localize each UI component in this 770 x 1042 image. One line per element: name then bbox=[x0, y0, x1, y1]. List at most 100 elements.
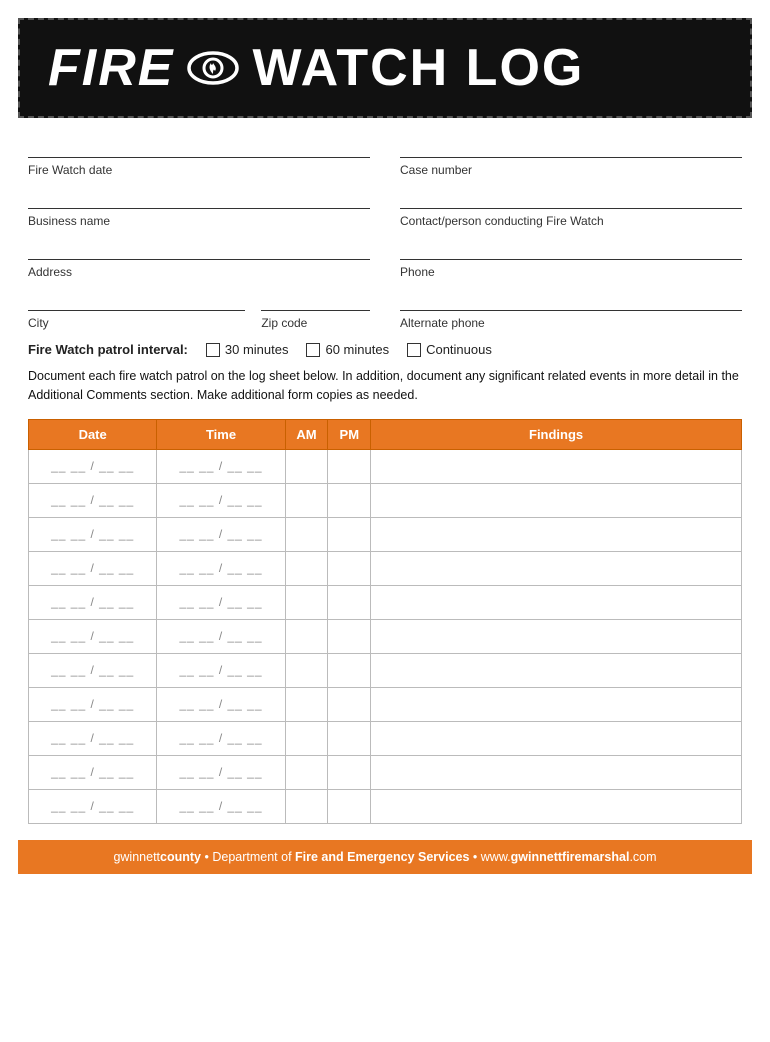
col-header-date: Date bbox=[29, 419, 157, 449]
contact-field: Contact/person conducting Fire Watch bbox=[400, 187, 742, 228]
cell-findings[interactable] bbox=[371, 721, 742, 755]
fire-watch-date-input[interactable] bbox=[28, 136, 370, 158]
col-header-time: Time bbox=[157, 419, 285, 449]
cell-date[interactable]: __ __ / __ __ bbox=[29, 619, 157, 653]
table-row: __ __ / __ __ __ __ / __ __ bbox=[29, 721, 742, 755]
cell-findings[interactable] bbox=[371, 585, 742, 619]
cell-am[interactable] bbox=[285, 483, 328, 517]
zip-input[interactable] bbox=[261, 289, 370, 311]
col-header-am: AM bbox=[285, 419, 328, 449]
patrol-30min-checkbox[interactable] bbox=[206, 343, 220, 357]
cell-am[interactable] bbox=[285, 517, 328, 551]
table-row: __ __ / __ __ __ __ / __ __ bbox=[29, 551, 742, 585]
cell-pm[interactable] bbox=[328, 619, 371, 653]
cell-pm[interactable] bbox=[328, 653, 371, 687]
table-row: __ __ / __ __ __ __ / __ __ bbox=[29, 585, 742, 619]
patrol-continuous-checkbox[interactable] bbox=[407, 343, 421, 357]
cell-time[interactable]: __ __ / __ __ bbox=[157, 721, 285, 755]
cell-date[interactable]: __ __ / __ __ bbox=[29, 483, 157, 517]
cell-date[interactable]: __ __ / __ __ bbox=[29, 449, 157, 483]
cell-time[interactable]: __ __ / __ __ bbox=[157, 653, 285, 687]
cell-am[interactable] bbox=[285, 653, 328, 687]
business-name-field: Business name bbox=[28, 187, 370, 228]
table-row: __ __ / __ __ __ __ / __ __ bbox=[29, 517, 742, 551]
cell-date[interactable]: __ __ / __ __ bbox=[29, 721, 157, 755]
cell-date[interactable]: __ __ / __ __ bbox=[29, 653, 157, 687]
patrol-60min-checkbox[interactable] bbox=[306, 343, 320, 357]
cell-time[interactable]: __ __ / __ __ bbox=[157, 517, 285, 551]
cell-time[interactable]: __ __ / __ __ bbox=[157, 619, 285, 653]
cell-am[interactable] bbox=[285, 449, 328, 483]
cell-findings[interactable] bbox=[371, 653, 742, 687]
phone-input[interactable] bbox=[400, 238, 742, 260]
cell-findings[interactable] bbox=[371, 687, 742, 721]
row-date-case: Fire Watch date Case number bbox=[28, 136, 742, 177]
cell-am[interactable] bbox=[285, 585, 328, 619]
cell-date[interactable]: __ __ / __ __ bbox=[29, 789, 157, 823]
cell-findings[interactable] bbox=[371, 483, 742, 517]
cell-findings[interactable] bbox=[371, 619, 742, 653]
patrol-interval-label: Fire Watch patrol interval: bbox=[28, 342, 188, 357]
cell-pm[interactable] bbox=[328, 789, 371, 823]
cell-findings[interactable] bbox=[371, 517, 742, 551]
case-number-input[interactable] bbox=[400, 136, 742, 158]
patrol-60min-label: 60 minutes bbox=[325, 342, 389, 357]
cell-time[interactable]: __ __ / __ __ bbox=[157, 483, 285, 517]
cell-time[interactable]: __ __ / __ __ bbox=[157, 585, 285, 619]
cell-findings[interactable] bbox=[371, 449, 742, 483]
cell-pm[interactable] bbox=[328, 585, 371, 619]
phone-label: Phone bbox=[400, 265, 742, 279]
cell-pm[interactable] bbox=[328, 483, 371, 517]
footer-bar: gwinnettcounty • Department of Fire and … bbox=[18, 840, 752, 874]
cell-findings[interactable] bbox=[371, 755, 742, 789]
patrol-continuous-option[interactable]: Continuous bbox=[407, 342, 492, 357]
cell-time[interactable]: __ __ / __ __ bbox=[157, 551, 285, 585]
cell-findings[interactable] bbox=[371, 789, 742, 823]
cell-am[interactable] bbox=[285, 687, 328, 721]
city-input[interactable] bbox=[28, 289, 245, 311]
fire-watch-icon bbox=[186, 41, 240, 95]
log-table: Date Time AM PM Findings __ __ / __ __ _… bbox=[28, 419, 742, 824]
cell-date[interactable]: __ __ / __ __ bbox=[29, 517, 157, 551]
cell-pm[interactable] bbox=[328, 551, 371, 585]
footer-sep2: • bbox=[473, 850, 481, 864]
footer-county: gwinnettcounty bbox=[113, 850, 201, 864]
cell-date[interactable]: __ __ / __ __ bbox=[29, 585, 157, 619]
address-input[interactable] bbox=[28, 238, 370, 260]
row-address-phone: Address Phone bbox=[28, 238, 742, 279]
contact-label: Contact/person conducting Fire Watch bbox=[400, 214, 742, 228]
patrol-30min-label: 30 minutes bbox=[225, 342, 289, 357]
patrol-30min-option[interactable]: 30 minutes bbox=[206, 342, 289, 357]
cell-pm[interactable] bbox=[328, 721, 371, 755]
cell-pm[interactable] bbox=[328, 687, 371, 721]
cell-time[interactable]: __ __ / __ __ bbox=[157, 687, 285, 721]
cell-am[interactable] bbox=[285, 551, 328, 585]
cell-date[interactable]: __ __ / __ __ bbox=[29, 755, 157, 789]
row-city-zip-altphone: City Zip code Alternate phone bbox=[28, 289, 742, 330]
cell-time[interactable]: __ __ / __ __ bbox=[157, 449, 285, 483]
table-row: __ __ / __ __ __ __ / __ __ bbox=[29, 619, 742, 653]
contact-input[interactable] bbox=[400, 187, 742, 209]
cell-am[interactable] bbox=[285, 619, 328, 653]
table-row: __ __ / __ __ __ __ / __ __ bbox=[29, 449, 742, 483]
cell-date[interactable]: __ __ / __ __ bbox=[29, 551, 157, 585]
business-name-input[interactable] bbox=[28, 187, 370, 209]
cell-pm[interactable] bbox=[328, 755, 371, 789]
col-header-findings: Findings bbox=[371, 419, 742, 449]
header-fire-text: FIRE bbox=[48, 38, 174, 98]
col-header-pm: PM bbox=[328, 419, 371, 449]
header-watch-log-text: WATCH LOG bbox=[252, 38, 584, 98]
cell-pm[interactable] bbox=[328, 449, 371, 483]
patrol-60min-option[interactable]: 60 minutes bbox=[306, 342, 389, 357]
cell-am[interactable] bbox=[285, 755, 328, 789]
cell-date[interactable]: __ __ / __ __ bbox=[29, 687, 157, 721]
alt-phone-input[interactable] bbox=[400, 289, 742, 311]
cell-time[interactable]: __ __ / __ __ bbox=[157, 789, 285, 823]
cell-findings[interactable] bbox=[371, 551, 742, 585]
business-name-label: Business name bbox=[28, 214, 370, 228]
row-business-contact: Business name Contact/person conducting … bbox=[28, 187, 742, 228]
cell-am[interactable] bbox=[285, 789, 328, 823]
cell-am[interactable] bbox=[285, 721, 328, 755]
cell-pm[interactable] bbox=[328, 517, 371, 551]
cell-time[interactable]: __ __ / __ __ bbox=[157, 755, 285, 789]
